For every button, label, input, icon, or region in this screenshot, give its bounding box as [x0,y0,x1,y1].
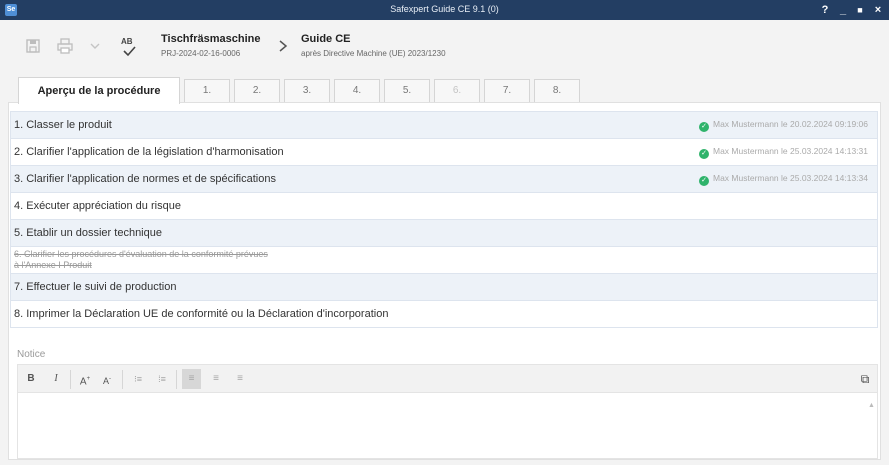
window-title: Safexpert Guide CE 9.1 (0) [390,4,499,14]
check-circle-icon: ✓ [699,149,709,159]
check-circle-icon: ✓ [699,176,709,186]
step-row-5[interactable]: 5. Etablir un dossier technique [10,219,878,246]
step-label: 7. Effectuer le suivi de production [14,281,177,293]
step-label: 6. Clarifier les procédures d'évaluation… [14,249,268,270]
toolbar-divider [70,370,71,389]
help-button[interactable]: ? [818,2,832,18]
editor-toolbar: B I A+ A- ⁝≡ ⁞≡ ≡ ≡ ≡ ⧉ [17,364,878,393]
step-label: 3. Clarifier l'application de normes et … [14,173,276,185]
step-row-3[interactable]: 3. Clarifier l'application de normes et … [10,165,878,192]
spellcheck-icon[interactable]: AB [118,37,140,57]
align-right-button[interactable]: ≡ [232,369,248,389]
italic-button[interactable]: I [49,369,63,389]
font-grow-button[interactable]: A+ [78,369,92,389]
project-id: PRJ-2024-02-16-0006 [161,49,241,58]
notice-editor[interactable] [17,393,878,459]
step-row-6[interactable]: 6. Clarifier les procédures d'évaluation… [10,246,878,273]
tab-step-6[interactable]: 6. [434,79,480,103]
guide-title: Guide CE [301,33,351,45]
align-left-button[interactable]: ≡ [182,369,201,389]
guide-subtitle: après Directive Machine (UE) 2023/1230 [301,49,446,58]
align-center-button[interactable]: ≡ [208,369,224,389]
step-label: 4. Exécuter appréciation du risque [14,200,181,212]
step-row-1[interactable]: 1. Classer le produit ✓ Max Mustermann le… [10,111,878,138]
list-divider [10,327,878,328]
toolbar-divider [176,370,177,389]
font-shrink-button[interactable]: A- [100,369,114,389]
step-row-8[interactable]: 8. Imprimer la Déclaration UE de conform… [10,300,878,327]
tab-step-5[interactable]: 5. [384,79,430,103]
step-row-2[interactable]: 2. Clarifier l'application de la législa… [10,138,878,165]
external-link-icon[interactable]: ⧉ [857,369,873,389]
step-row-7[interactable]: 7. Effectuer le suivi de production [10,273,878,300]
step-status: ✓ Max Mustermann le 25.03.2024 14:13:31 [699,146,868,159]
numbered-list-button[interactable]: ⁞≡ [154,369,170,389]
bullet-list-button[interactable]: ⁝≡ [130,369,146,389]
step-label: 5. Etablir un dossier technique [14,227,162,239]
chevron-down-icon[interactable] [86,37,104,55]
print-icon[interactable] [56,37,74,55]
step-label: 2. Clarifier l'application de la législa… [14,146,284,158]
chevron-right-icon [276,36,290,56]
toolbar-divider [122,370,123,389]
title-bar: Se Safexpert Guide CE 9.1 (0) ? _ ■ × [0,0,889,20]
scroll-up-icon[interactable]: ▲ [868,402,885,409]
tab-step-2[interactable]: 2. [234,79,280,103]
minimize-button[interactable]: _ [836,2,850,18]
tab-step-8[interactable]: 8. [534,79,580,103]
close-button[interactable]: × [871,2,885,18]
header-toolbar: AB Tischfräsmaschine PRJ-2024-02-16-0006… [0,20,889,72]
step-row-4[interactable]: 4. Exécuter appréciation du risque [10,192,878,219]
check-circle-icon: ✓ [699,122,709,132]
project-name: Tischfräsmaschine [161,33,261,45]
notice-label: Notice [17,349,46,360]
step-label: 8. Imprimer la Déclaration UE de conform… [14,308,389,320]
tab-step-1[interactable]: 1. [184,79,230,103]
bold-button[interactable]: B [24,369,38,389]
step-label: 1. Classer le produit [14,119,112,131]
save-icon[interactable] [24,37,42,55]
maximize-button[interactable]: ■ [853,2,867,18]
step-status: ✓ Max Mustermann le 20.02.2024 09:19:06 [699,119,868,132]
tab-overview[interactable]: Aperçu de la procédure [18,77,180,104]
step-status: ✓ Max Mustermann le 25.03.2024 14:13:34 [699,173,868,186]
tab-step-3[interactable]: 3. [284,79,330,103]
tab-step-4[interactable]: 4. [334,79,380,103]
tab-step-7[interactable]: 7. [484,79,530,103]
